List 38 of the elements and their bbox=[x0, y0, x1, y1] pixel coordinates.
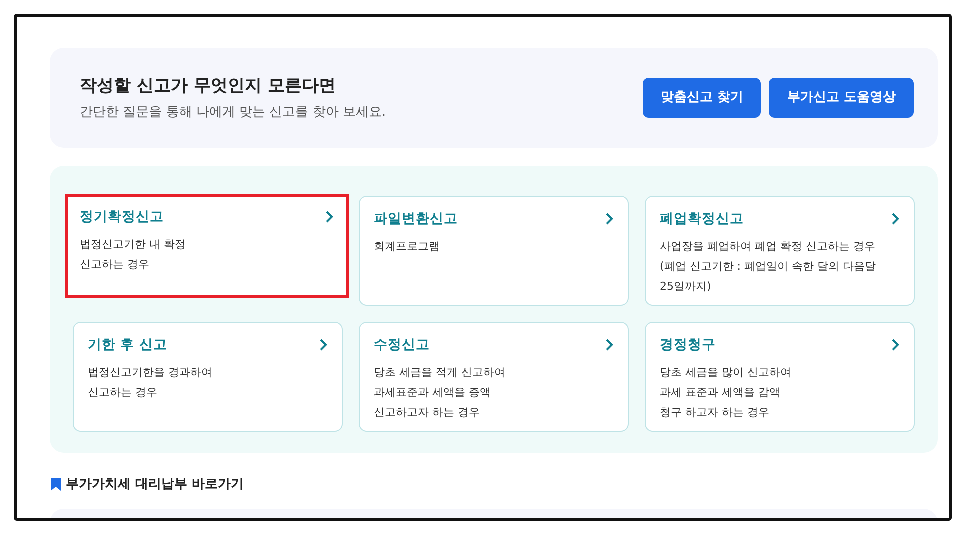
card-title: 경정청구 bbox=[660, 336, 716, 355]
chevron-icon bbox=[891, 339, 900, 352]
intro-subtitle: 간단한 질문을 통해 나에게 맞는 신고를 찾아 보세요. bbox=[80, 104, 386, 122]
card-title: 파일변환신고 bbox=[374, 210, 458, 229]
card-description: 회계프로그램 bbox=[374, 239, 441, 256]
option-card[interactable]: 폐업확정신고 사업장을 폐업하여 폐업 확정 신고하는 경우 (폐업 신고기한 : 폐업일이 속한 달의 다음달 25일까지) bbox=[645, 196, 915, 306]
card-description: (폐업 신고기한 : 폐업일이 속한 달의 다음달 bbox=[660, 259, 877, 276]
card-title: 수정신고 bbox=[374, 336, 430, 355]
chevron-icon bbox=[891, 213, 900, 226]
card-description: 당초 세금을 많이 신고하여 bbox=[660, 365, 792, 382]
card-description: 과세 표준과 세액을 감액 bbox=[660, 385, 782, 402]
bookmark-icon bbox=[50, 477, 62, 492]
card-description: 법정신고기한 내 확정 bbox=[80, 237, 187, 254]
highlighted-card[interactable]: 정기확정신고 법정신고기한 내 확정 신고하는 경우 bbox=[65, 194, 349, 298]
card-title: 정기확정신고 bbox=[80, 208, 164, 227]
action-button[interactable]: 부가신고 도움영상 bbox=[769, 78, 914, 118]
card-description: 법정신고기한을 경과하여 bbox=[88, 365, 214, 382]
section-title[interactable]: 부가가치세 대리납부 바로가기 bbox=[66, 475, 244, 494]
card-description: 사업장을 폐업하여 폐업 확정 신고하는 경우 bbox=[660, 239, 876, 256]
card-description: 신고하는 경우 bbox=[88, 385, 158, 402]
card-description: 과세표준과 세액을 증액 bbox=[374, 385, 492, 402]
intro-title: 작성할 신고가 무엇인지 모른다면 bbox=[80, 74, 337, 98]
option-card[interactable]: 파일변환신고 회계프로그램 bbox=[359, 196, 629, 306]
action-button[interactable]: 맞춤신고 찾기 bbox=[642, 78, 762, 118]
card-description: 25일까지) bbox=[660, 279, 712, 296]
chevron-icon bbox=[605, 213, 614, 226]
chevron-icon bbox=[325, 211, 334, 224]
card-title: 폐업확정신고 bbox=[660, 210, 744, 229]
chevron-icon bbox=[319, 339, 328, 352]
card-description: 당초 세금을 적게 신고하여 bbox=[374, 365, 506, 382]
chevron-icon bbox=[605, 339, 614, 352]
option-card[interactable]: 수정신고 당초 세금을 적게 신고하여 과세표준과 세액을 증액 신고하고자 하는 경우 bbox=[359, 322, 629, 432]
card-description: 신고하는 경우 bbox=[80, 257, 150, 274]
option-card[interactable]: 경정청구 당초 세금을 많이 신고하여 과세 표준과 세액을 감액 청구 하고자 하는 경우 bbox=[645, 322, 915, 432]
card-title: 기한 후 신고 bbox=[88, 336, 168, 355]
card-description: 청구 하고자 하는 경우 bbox=[660, 405, 770, 422]
option-card[interactable]: 기한 후 신고 법정신고기한을 경과하여 신고하는 경우 bbox=[73, 322, 343, 432]
card-description: 신고하고자 하는 경우 bbox=[374, 405, 481, 422]
